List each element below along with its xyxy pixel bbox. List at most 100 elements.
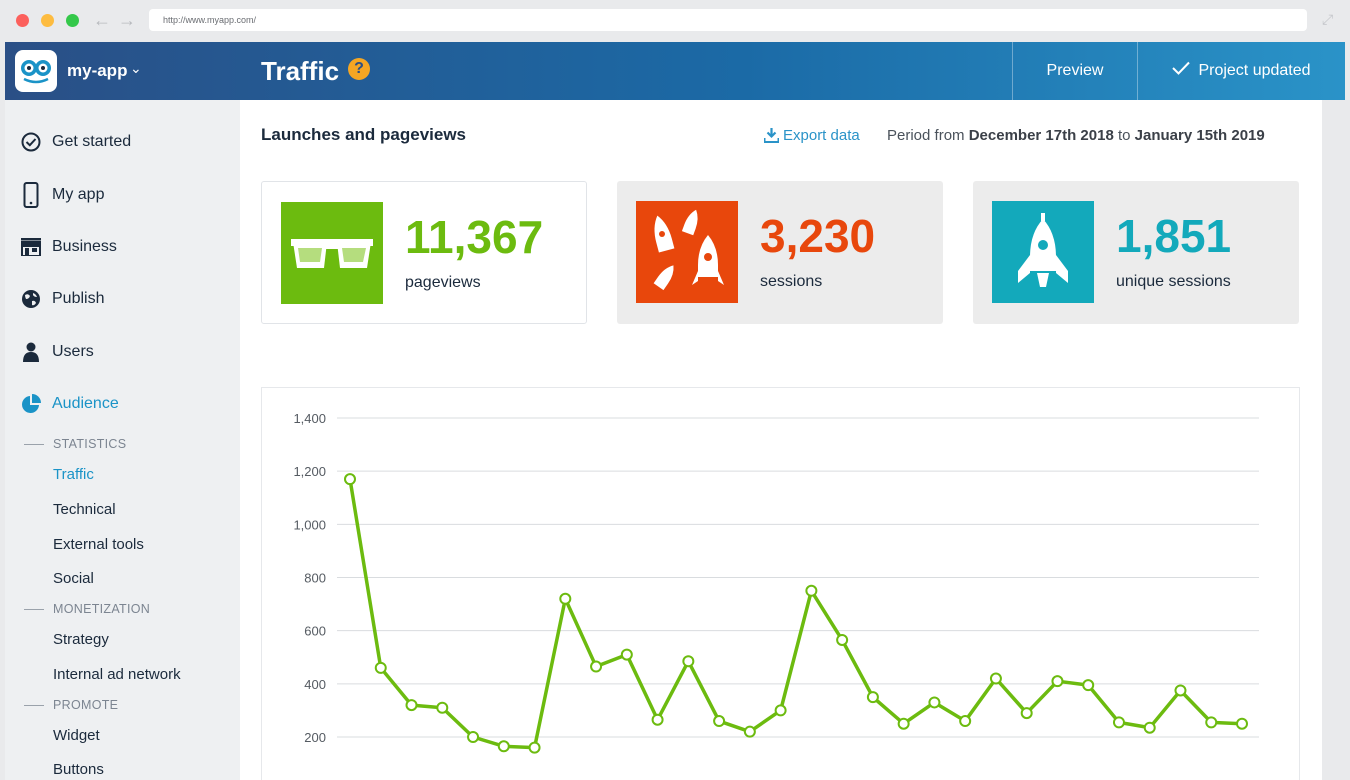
subnav-social[interactable]: Social [53,570,94,587]
sidebar-item-publish[interactable]: Publish [21,286,104,312]
sidebar-item-audience[interactable]: Audience [21,391,119,417]
data-point[interactable] [1051,675,1064,688]
subnav-strategy[interactable]: Strategy [53,631,109,648]
section-label-statistics: STATISTICS [24,437,126,451]
sidebar-item-my-app[interactable]: My app [21,182,104,208]
y-tick-label: 800 [304,571,326,586]
sidebar-item-business[interactable]: Business [21,234,117,260]
section-label-monetization: MONETIZATION [24,602,150,616]
data-point[interactable] [436,701,449,714]
download-icon [764,128,779,143]
sidebar-item-label: Get started [52,133,132,150]
y-tick-label: 400 [304,677,326,692]
preview-button[interactable]: Preview [1012,42,1137,100]
globe-icon [21,288,41,310]
subnav-external-tools[interactable]: External tools [53,536,144,553]
data-point[interactable] [1082,679,1095,692]
data-point[interactable] [374,661,387,674]
back-arrow-icon[interactable]: ← [93,10,111,30]
data-point[interactable] [620,648,633,661]
minimize-window-button[interactable] [41,14,54,27]
app-switcher[interactable]: my-app [67,61,127,81]
subnav-traffic[interactable]: Traffic [53,466,94,483]
data-point[interactable] [959,715,972,728]
checkmark-icon [1172,42,1191,100]
stat-card-unique-sessions: 1,851 unique sessions [973,181,1299,324]
sidebar-item-label: Audience [52,395,119,412]
app-logo[interactable] [15,50,57,92]
data-point[interactable] [682,655,695,668]
section-title: Launches and pageviews [261,125,467,144]
unique-sessions-value: 1,851 [1116,210,1232,262]
data-point[interactable] [866,691,879,704]
store-icon [21,236,41,258]
pageviews-value: 11,367 [405,211,544,263]
sidebar-item-label: Business [52,238,117,255]
data-point[interactable] [989,672,1002,685]
subnav-technical[interactable]: Technical [53,501,116,518]
maximize-window-button[interactable] [66,14,79,27]
owl-logo-icon [21,60,51,84]
rocket-icon [992,201,1094,303]
subnav-widget[interactable]: Widget [53,727,100,744]
sessions-label: sessions [760,273,823,290]
data-point[interactable] [836,633,849,646]
help-icon[interactable]: ? [348,58,370,80]
data-point[interactable] [713,715,726,728]
fullscreen-icon[interactable]: ⤢ [1322,11,1338,27]
data-point[interactable] [590,660,603,673]
data-point[interactable] [928,696,941,709]
subnav-buttons[interactable]: Buttons [53,761,104,778]
app-header: my-app ⌄ Traffic ? Preview Project updat… [5,42,1345,100]
sidebar-item-label: Publish [52,290,105,307]
data-point[interactable] [497,740,510,753]
address-bar[interactable]: http://www.myapp.com/ [149,9,1307,31]
data-point[interactable] [467,731,480,743]
export-data-link[interactable]: Export data [764,127,860,144]
preview-label: Preview [1046,62,1104,79]
page-title: Traffic [261,56,340,86]
data-point[interactable] [651,713,664,726]
data-point[interactable] [528,741,541,754]
sessions-value: 3,230 [760,210,876,262]
browser-chrome: ← → http://www.myapp.com/ ⤢ [0,0,1350,42]
chevron-down-icon[interactable]: ⌄ [130,60,142,77]
y-tick-label: 600 [304,624,326,639]
data-point[interactable] [1174,684,1187,697]
data-point[interactable] [1020,707,1033,720]
data-point[interactable] [1205,716,1218,729]
sidebar-item-users[interactable]: Users [21,339,94,365]
data-point[interactable] [1143,721,1156,734]
y-tick-label: 200 [304,730,326,745]
stat-card-pageviews: 11,367 pageviews [261,181,587,324]
subnav-internal-ad-network[interactable]: Internal ad network [53,666,181,683]
sidebar-item-get-started[interactable]: Get started [21,129,131,155]
project-updated-button[interactable]: Project updated [1137,42,1345,100]
data-point[interactable] [559,592,572,605]
data-point[interactable] [1112,716,1125,729]
project-updated-label: Project updated [1198,62,1311,79]
sidebar-item-label: My app [52,186,105,203]
data-point[interactable] [774,704,787,717]
data-point[interactable] [743,725,756,738]
unique-sessions-label: unique sessions [1116,273,1231,290]
forward-arrow-icon[interactable]: → [118,10,136,30]
rockets-icon [636,201,738,303]
series-line [348,478,1243,750]
right-gutter [1322,100,1350,780]
export-data-label: Export data [783,127,860,144]
glasses-icon [281,202,383,304]
check-circle-icon [21,131,41,153]
data-point[interactable] [344,473,356,486]
chart-svg: 1,400 1,200 1,000 800 600 400 200 [293,411,1259,754]
traffic-line-chart: 1,400 1,200 1,000 800 600 400 200 [261,387,1300,780]
data-point[interactable] [805,584,818,597]
pageviews-label: pageviews [405,274,481,291]
data-point[interactable] [405,699,418,712]
period-range: Period from December 17th 2018 to Januar… [887,127,1265,144]
stat-card-sessions: 3,230 sessions [617,181,943,324]
data-point[interactable] [897,717,910,730]
y-tick-label: 1,400 [293,411,326,426]
data-point[interactable] [1236,717,1248,730]
close-window-button[interactable] [16,14,29,27]
